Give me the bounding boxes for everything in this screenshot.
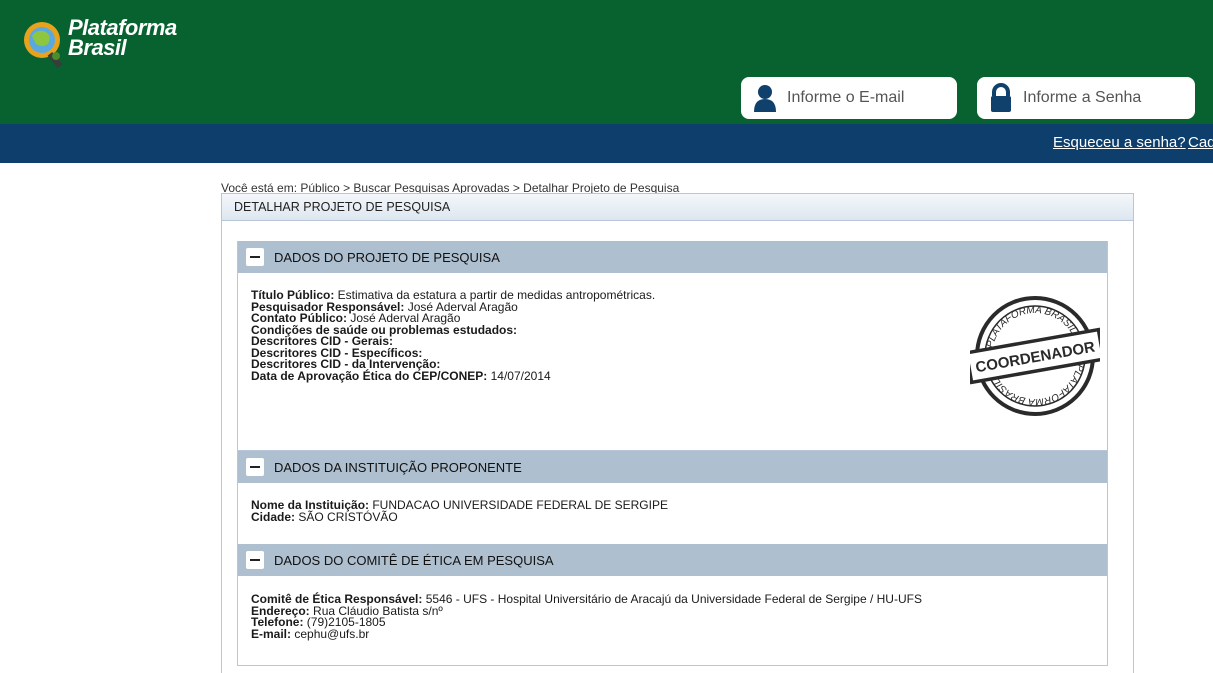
top-header: Plataforma Brasil xyxy=(0,0,1213,124)
page-title: DETALHAR PROJETO DE PESQUISA xyxy=(222,194,1133,221)
field-value: FUNDACAO UNIVERSIDADE FEDERAL DE SERGIPE xyxy=(369,498,668,512)
brand-line-2: Brasil xyxy=(68,35,127,60)
email-field-container xyxy=(741,77,957,119)
section-title: DADOS DO PROJETO DE PESQUISA xyxy=(274,249,500,265)
register-link[interactable]: Cad xyxy=(1188,134,1213,151)
collapse-icon[interactable] xyxy=(246,551,264,569)
info-row: Telefone: (79)2105-1805 xyxy=(251,616,1107,629)
brand-text: Plataforma Brasil xyxy=(68,17,177,60)
field-value: SÃO CRISTÓVÃO xyxy=(295,509,398,524)
info-row: E-mail: cephu@ufs.br xyxy=(251,626,1107,641)
section-header[interactable]: DADOS DO PROJETO DE PESQUISA xyxy=(238,241,1107,273)
globe-magnifier-icon xyxy=(24,22,63,69)
password-field-container xyxy=(977,77,1195,119)
section-title: DADOS DA INSTITUIÇÃO PROPONENTE xyxy=(274,459,522,475)
field-label: E-mail: xyxy=(251,626,292,641)
collapse-icon[interactable] xyxy=(246,248,264,266)
institution-section: DADOS DA INSTITUIÇÃO PROPONENTE Nome da … xyxy=(237,451,1108,545)
email-input[interactable] xyxy=(785,82,939,114)
lock-icon xyxy=(987,82,1015,114)
forgot-password-link[interactable]: Esqueceu a senha? xyxy=(1053,134,1186,151)
password-input[interactable] xyxy=(1021,82,1175,114)
user-icon xyxy=(751,82,779,114)
section-header[interactable]: DADOS DA INSTITUIÇÃO PROPONENTE xyxy=(238,451,1107,483)
field-label: Data de Aprovação Ética do CEP/CONEP: xyxy=(251,368,488,383)
section-title: DADOS DO COMITÊ DE ÉTICA EM PESQUISA xyxy=(274,552,554,568)
ethics-committee-section: DADOS DO COMITÊ DE ÉTICA EM PESQUISA Com… xyxy=(237,544,1108,666)
nav-bar: Esqueceu a senha? Cad xyxy=(0,124,1213,163)
plataforma-brasil-logo[interactable]: Plataforma Brasil xyxy=(22,17,182,88)
field-value: 5546 - UFS - Hospital Universitário de A… xyxy=(422,592,922,606)
field-value: 14/07/2014 xyxy=(487,368,551,383)
project-detail-panel: DETALHAR PROJETO DE PESQUISA DADOS DO PR… xyxy=(221,193,1134,673)
section-header[interactable]: DADOS DO COMITÊ DE ÉTICA EM PESQUISA xyxy=(238,544,1107,576)
section-body: Comitê de Ética Responsável: 5546 - UFS … xyxy=(238,576,1107,640)
collapse-icon[interactable] xyxy=(246,458,264,476)
field-label: Cidade: xyxy=(251,509,296,524)
coordinator-stamp: PLATAFORMA BRASIL PLATAFORMA BRASIL COOR… xyxy=(970,296,1100,416)
field-value: cephu@ufs.br xyxy=(291,626,370,641)
project-data-section: DADOS DO PROJETO DE PESQUISA Título Públ… xyxy=(237,241,1108,451)
info-row: Cidade: SÃO CRISTÓVÃO xyxy=(251,509,1107,524)
section-body: Nome da Instituição: FUNDACAO UNIVERSIDA… xyxy=(238,483,1107,523)
